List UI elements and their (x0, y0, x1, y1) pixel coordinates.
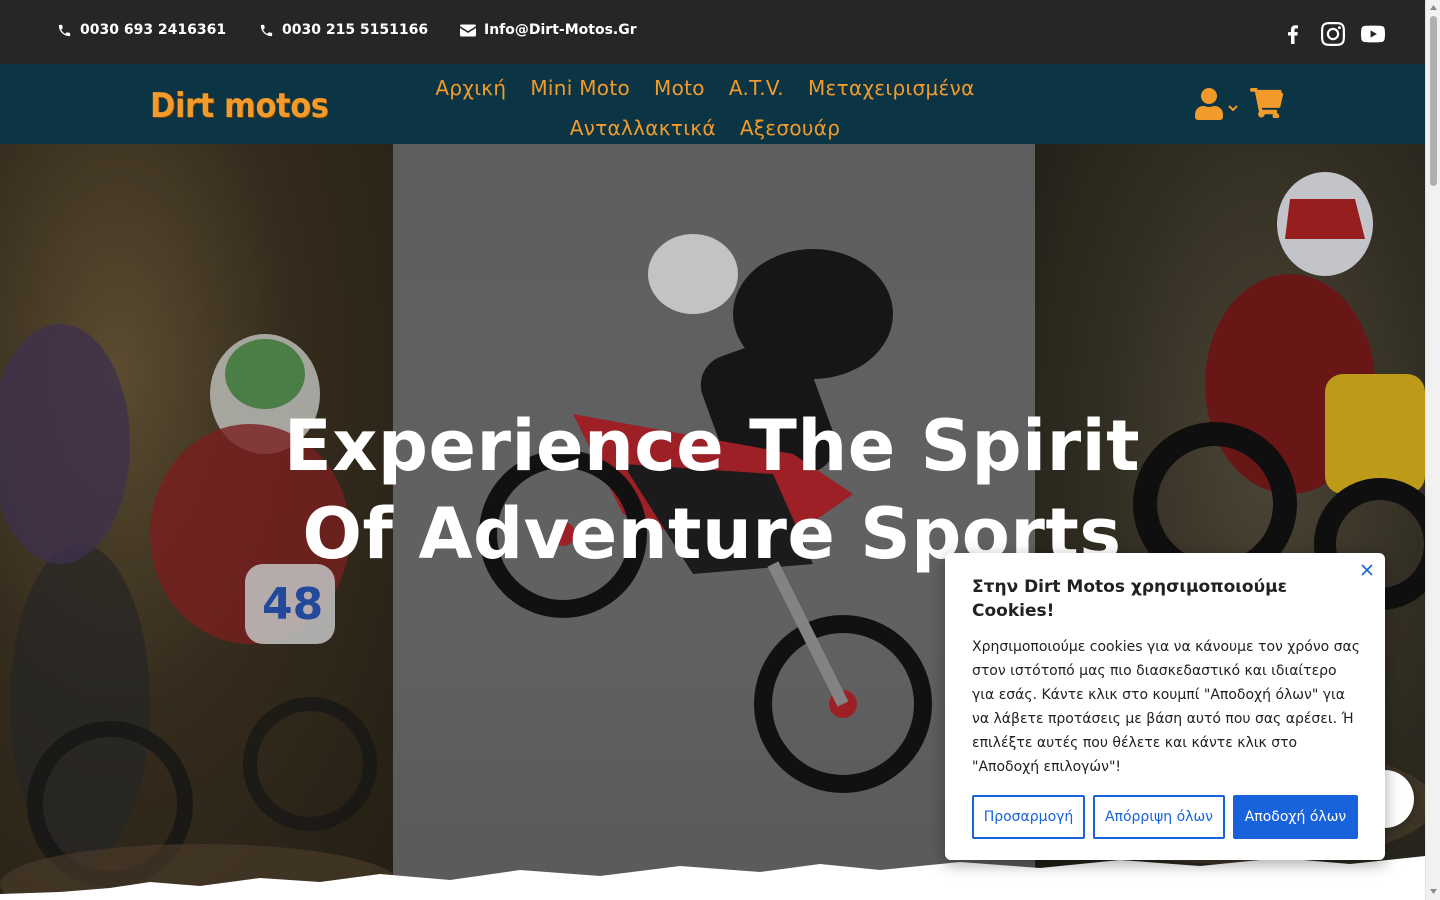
phone-number-1: 0030 693 2416361 (80, 22, 227, 38)
phone-contact-2[interactable]: 0030 215 5151166 (259, 22, 428, 38)
chevron-down-icon[interactable] (1228, 98, 1238, 112)
hero-title: Experience The Spirit Of Adventure Sport… (283, 405, 1141, 575)
cookie-banner-title: Στην Dirt Motos χρησιμοποιούμε Cookies! (972, 577, 1288, 621)
scroll-up-arrow-icon[interactable] (1429, 3, 1438, 12)
main-navbar: Dirt motos Αρχική Mini Moto Moto A.T.V. … (0, 64, 1425, 144)
menu-item-home[interactable]: Αρχική (423, 68, 518, 108)
menu-item-moto[interactable]: Moto (642, 68, 717, 108)
instagram-icon[interactable] (1321, 22, 1345, 46)
menu-item-atv[interactable]: A.T.V. (717, 68, 796, 108)
cookie-consent-banner: Στην Dirt Motos χρησιμοποιούμε Cookies! … (945, 553, 1385, 860)
site-logo[interactable]: Dirt motos (150, 86, 329, 126)
phone-icon (260, 24, 273, 36)
top-bar: 0030 693 2416361 0030 215 5151166 Info@D… (0, 0, 1425, 64)
close-icon[interactable] (1361, 561, 1373, 576)
cart-icon[interactable] (1250, 87, 1284, 120)
cookie-banner-text: Χρησιμοποιούμε cookies για να κάνουμε το… (972, 639, 1360, 775)
youtube-icon[interactable] (1360, 22, 1386, 46)
phone-contact-1[interactable]: 0030 693 2416361 (57, 22, 226, 38)
scrollbar-thumb[interactable] (1430, 16, 1437, 186)
email-address: Info@Dirt-Motos.Gr (484, 22, 637, 38)
accept-all-button[interactable]: Αποδοχή όλων (1233, 795, 1358, 839)
envelope-icon (460, 24, 476, 36)
reject-all-button[interactable]: Απόρριψη όλων (1093, 795, 1225, 839)
phone-number-2: 0030 215 5151166 (282, 22, 429, 38)
scroll-down-arrow-icon[interactable] (1429, 887, 1438, 896)
facebook-icon[interactable] (1281, 22, 1305, 46)
email-contact[interactable]: Info@Dirt-Motos.Gr (460, 22, 637, 38)
main-menu: Αρχική Mini Moto Moto A.T.V. Μεταχειρισμ… (405, 68, 1005, 148)
menu-item-used[interactable]: Μεταχειρισμένα (796, 68, 987, 108)
menu-item-parts[interactable]: Ανταλλακτικά (558, 108, 728, 148)
user-icon[interactable] (1195, 88, 1223, 120)
customize-button[interactable]: Προσαρμογή (972, 795, 1085, 839)
menu-item-accessories[interactable]: Αξεσουάρ (728, 108, 852, 148)
page-scrollbar[interactable] (1425, 0, 1440, 900)
phone-icon (58, 24, 71, 36)
menu-item-mini-moto[interactable]: Mini Moto (518, 68, 642, 108)
